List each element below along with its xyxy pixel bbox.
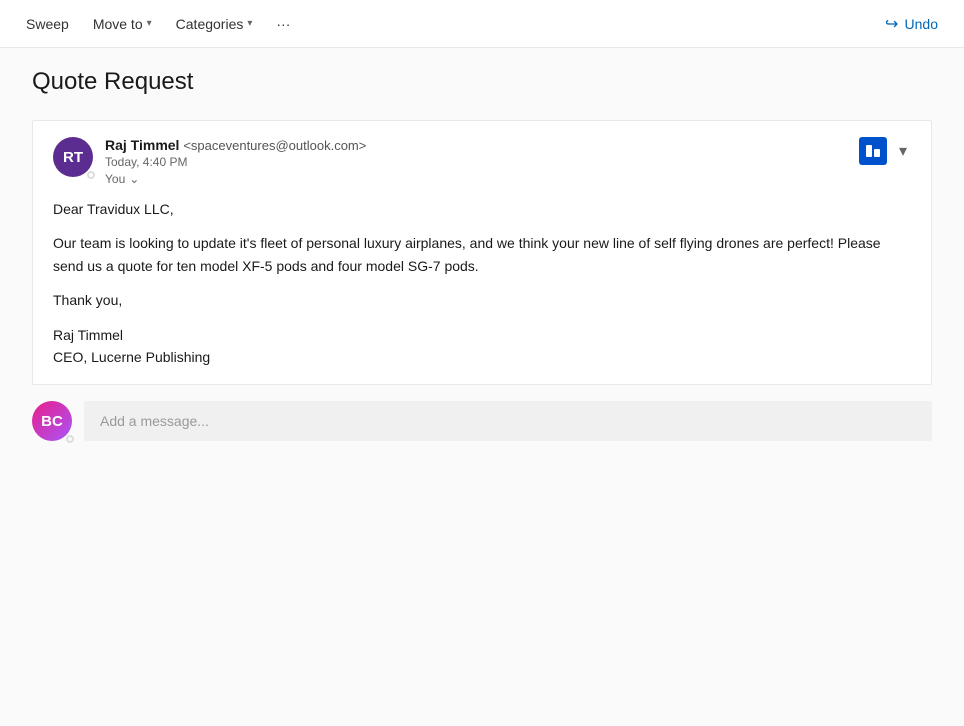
reply-avatar-indicator — [66, 435, 74, 443]
more-label: ··· — [276, 16, 290, 32]
sender-avatar-wrapper: RT — [53, 137, 93, 177]
email-message: RT Raj Timmel <spaceventures@outlook.com… — [32, 120, 932, 385]
sender-avatar: RT — [53, 137, 93, 177]
sender-name: Raj Timmel <spaceventures@outlook.com> — [105, 137, 366, 153]
trello-bar-right — [874, 149, 880, 157]
sweep-button[interactable]: Sweep — [16, 10, 79, 38]
reply-avatar: BC — [32, 401, 72, 441]
move-to-chevron-icon: ▾ — [147, 18, 152, 29]
reply-input[interactable]: Add a message... — [84, 401, 932, 441]
trello-bar-left — [866, 145, 872, 157]
more-button[interactable]: ··· — [266, 10, 300, 38]
undo-label: Undo — [905, 16, 938, 32]
undo-icon: ↩ — [885, 14, 898, 34]
email-expand-button[interactable]: ▾ — [895, 137, 911, 165]
email-actions: ▾ — [859, 137, 911, 165]
sender-to: You ⌄ — [105, 172, 366, 186]
move-to-label: Move to — [93, 16, 143, 32]
categories-button[interactable]: Categories ▾ — [166, 10, 263, 38]
signature-name: Raj Timmel — [53, 324, 911, 346]
email-area: Quote Request RT Raj Timmel <spaceventur… — [0, 48, 964, 726]
email-thanks: Thank you, — [53, 289, 911, 311]
toolbar: Sweep Move to ▾ Categories ▾ ··· ↩ Undo — [0, 0, 964, 48]
avatar-status-indicator — [87, 171, 95, 179]
signature-title: CEO, Lucerne Publishing — [53, 346, 911, 368]
sender-time: Today, 4:40 PM — [105, 155, 366, 169]
trello-button[interactable] — [859, 137, 887, 165]
sender-info: RT Raj Timmel <spaceventures@outlook.com… — [53, 137, 366, 186]
categories-label: Categories — [176, 16, 244, 32]
email-body: Dear Travidux LLC, Our team is looking t… — [53, 198, 911, 368]
email-para1: Our team is looking to update it's fleet… — [53, 232, 911, 277]
email-greeting: Dear Travidux LLC, — [53, 198, 911, 220]
email-header: RT Raj Timmel <spaceventures@outlook.com… — [53, 137, 911, 186]
email-signature: Raj Timmel CEO, Lucerne Publishing — [53, 324, 911, 369]
sender-avatar-initials: RT — [63, 149, 83, 166]
reply-avatar-wrapper: BC — [32, 401, 72, 441]
email-subject: Quote Request — [32, 68, 932, 96]
reply-area: BC Add a message... — [32, 401, 932, 449]
recipient-expand-icon[interactable]: ⌄ — [129, 172, 139, 186]
sweep-label: Sweep — [26, 16, 69, 32]
move-to-button[interactable]: Move to ▾ — [83, 10, 162, 38]
sender-details: Raj Timmel <spaceventures@outlook.com> T… — [105, 137, 366, 186]
categories-chevron-icon: ▾ — [247, 18, 252, 29]
undo-button[interactable]: ↩ Undo — [875, 8, 948, 40]
reply-avatar-initials: BC — [41, 413, 63, 430]
reply-placeholder: Add a message... — [100, 413, 209, 429]
trello-icon — [866, 145, 880, 157]
app-container: Sweep Move to ▾ Categories ▾ ··· ↩ Undo … — [0, 0, 964, 726]
expand-icon: ▾ — [899, 143, 907, 160]
